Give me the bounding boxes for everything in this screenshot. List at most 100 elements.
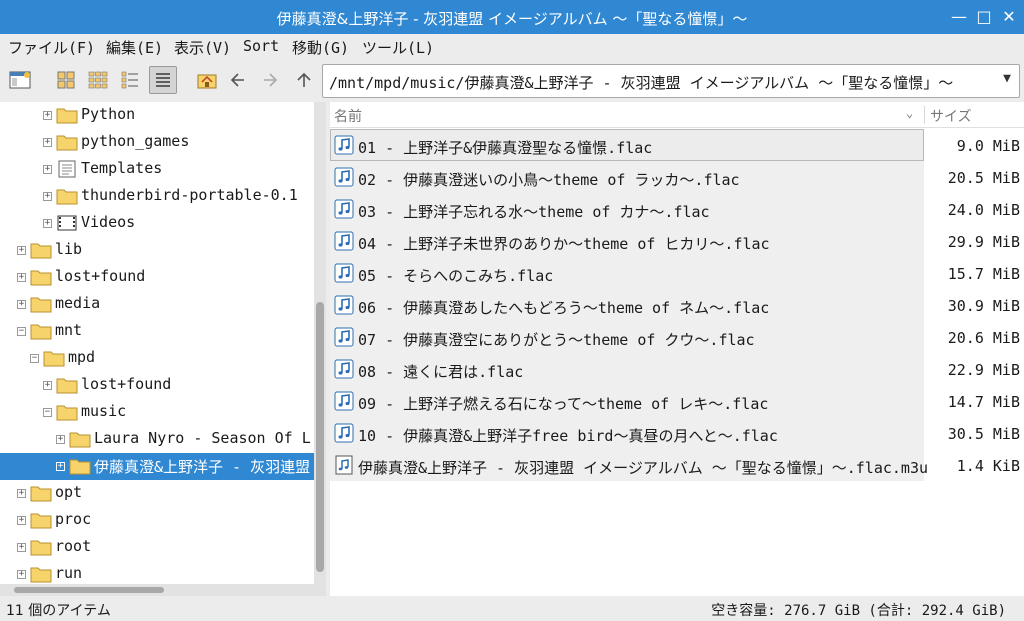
home-button[interactable]	[193, 66, 221, 94]
audio-file-icon	[334, 295, 354, 319]
file-row[interactable]: 07 - 伊藤真澄空にありがとう〜theme of クウ〜.flac 20.6 M…	[330, 321, 1024, 353]
folder-icon	[69, 456, 91, 480]
expand-icon[interactable]: +	[17, 570, 26, 579]
folder-icon	[56, 105, 78, 129]
menu-bar: ファイル(F) 編集(E) 表示(V) Sort 移動(G) ツール(L)	[0, 34, 1024, 58]
tree-item[interactable]: + media	[0, 291, 314, 318]
expand-icon[interactable]: +	[43, 219, 52, 228]
file-row[interactable]: 05 - そらへのこみち.flac 15.7 MiB	[330, 257, 1024, 289]
tree-item[interactable]: + Videos	[0, 210, 314, 237]
tree-vertical-scrollbar[interactable]	[314, 102, 326, 586]
expand-icon[interactable]: +	[43, 165, 52, 174]
tree-item-label: mpd	[68, 348, 96, 366]
detailed-list-view-button[interactable]	[149, 66, 177, 94]
expand-icon[interactable]: +	[17, 273, 26, 282]
tree-item[interactable]: + lost+found	[0, 372, 314, 399]
file-row[interactable]: 06 - 伊藤真澄あしたへもどろう〜theme of ネム〜.flac 30.9 …	[330, 289, 1024, 321]
collapse-icon[interactable]: −	[43, 408, 52, 417]
collapse-icon[interactable]: −	[30, 354, 39, 363]
tree-item[interactable]: + 伊藤真澄&上野洋子 - 灰羽連盟	[0, 453, 314, 480]
tree-item[interactable]: − mnt	[0, 318, 314, 345]
file-row[interactable]: 10 - 伊藤真澄&上野洋子free bird〜真昼の月へと〜.flac 30.5…	[330, 417, 1024, 449]
maximize-button[interactable]: □	[973, 6, 995, 28]
forward-button[interactable]	[256, 66, 284, 94]
expand-icon[interactable]: +	[17, 300, 26, 309]
audio-file-icon	[334, 167, 354, 191]
expand-icon[interactable]: +	[43, 381, 52, 390]
file-row[interactable]: 01 - 上野洋子&伊藤真澄聖なる憧憬.flac 9.0 MiB	[330, 129, 1024, 161]
expand-icon[interactable]: +	[17, 543, 26, 552]
file-row[interactable]: 08 - 遠くに君は.flac 22.9 MiB	[330, 353, 1024, 385]
icon-view-button[interactable]	[52, 66, 80, 94]
column-header: 名前 ⌄ サイズ	[330, 102, 1024, 128]
menu-sort[interactable]: Sort	[243, 37, 279, 55]
tree-item[interactable]: + Python	[0, 102, 314, 129]
thumbnail-view-button[interactable]	[84, 66, 112, 94]
menu-view[interactable]: 表示(V)	[174, 37, 231, 58]
audio-file-icon	[334, 327, 354, 351]
tree-item-label: Python	[81, 105, 136, 123]
file-size: 15.7 MiB	[947, 265, 1020, 283]
expand-icon[interactable]: +	[43, 111, 52, 120]
folder-icon	[30, 483, 52, 507]
folder-icon	[30, 267, 52, 291]
menu-tools[interactable]: ツール(L)	[362, 37, 434, 58]
menu-go[interactable]: 移動(G)	[292, 37, 349, 58]
sidepane-icon	[9, 71, 31, 89]
tree-item[interactable]: + proc	[0, 507, 314, 534]
toggle-sidepane-button[interactable]	[6, 66, 34, 94]
file-name: 08 - 遠くに君は.flac	[358, 363, 524, 381]
collapse-icon[interactable]: −	[17, 327, 26, 336]
tree-item[interactable]: − music	[0, 399, 314, 426]
address-bar[interactable]: /mnt/mpd/music/伊藤真澄&上野洋子 - 灰羽連盟 イメージアルバム…	[322, 64, 1020, 98]
tree-item[interactable]: + opt	[0, 480, 314, 507]
chevron-down-icon[interactable]: ▼	[1003, 71, 1011, 86]
file-size: 1.4 KiB	[956, 457, 1020, 475]
expand-icon[interactable]: +	[56, 462, 65, 471]
file-row[interactable]: 09 - 上野洋子燃える石になって〜theme of レキ〜.flac 14.7 …	[330, 385, 1024, 417]
back-button[interactable]	[224, 66, 252, 94]
file-list[interactable]: 名前 ⌄ サイズ 01 - 上野洋子&伊藤真澄聖なる憧憬.flac 9.0 MiB…	[330, 102, 1024, 596]
expand-icon[interactable]: +	[17, 516, 26, 525]
file-size: 14.7 MiB	[947, 393, 1020, 411]
expand-icon[interactable]: +	[43, 192, 52, 201]
tree-item[interactable]: + Templates	[0, 156, 314, 183]
expand-icon[interactable]: +	[17, 246, 26, 255]
tree-item[interactable]: − mpd	[0, 345, 314, 372]
menu-edit[interactable]: 編集(E)	[106, 37, 163, 58]
scrollbar-thumb[interactable]	[14, 587, 164, 593]
tree-horizontal-scrollbar[interactable]	[0, 584, 326, 596]
minimize-button[interactable]: —	[948, 6, 970, 28]
folder-icon	[56, 186, 78, 210]
tree-item[interactable]: + root	[0, 534, 314, 561]
file-row[interactable]: 02 - 伊藤真澄迷いの小鳥〜theme of ラッカ〜.flac 20.5 Mi…	[330, 161, 1024, 193]
tree-item-label: python_games	[81, 132, 190, 150]
address-text[interactable]: /mnt/mpd/music/伊藤真澄&上野洋子 - 灰羽連盟 イメージアルバム…	[329, 72, 989, 93]
expand-icon[interactable]: +	[17, 489, 26, 498]
file-row[interactable]: 03 - 上野洋子忘れる水〜theme of カナ〜.flac 24.0 MiB	[330, 193, 1024, 225]
expand-icon[interactable]: +	[56, 435, 65, 444]
videos-folder-icon	[56, 213, 78, 237]
tree-item[interactable]: + lib	[0, 237, 314, 264]
tree-item[interactable]: + python_games	[0, 129, 314, 156]
folder-tree[interactable]: + Python + python_games + Templates + thunderbi…	[0, 102, 326, 596]
up-button[interactable]	[290, 66, 318, 94]
menu-file[interactable]: ファイル(F)	[8, 37, 95, 58]
tree-item-label: Laura Nyro - Season Of L	[94, 429, 311, 447]
close-button[interactable]: ✕	[998, 6, 1020, 28]
scrollbar-thumb[interactable]	[316, 302, 324, 572]
file-row[interactable]: 伊藤真澄&上野洋子 - 灰羽連盟 イメージアルバム 〜「聖なる憧憬」〜.flac…	[330, 449, 1024, 481]
column-divider[interactable]	[924, 106, 925, 124]
tree-item[interactable]: + Laura Nyro - Season Of L	[0, 426, 314, 453]
expand-icon[interactable]: +	[43, 138, 52, 147]
tree-item-label: music	[81, 402, 127, 420]
column-name-header[interactable]: 名前	[334, 106, 362, 126]
column-size-header[interactable]: サイズ	[930, 106, 972, 126]
file-name: 伊藤真澄&上野洋子 - 灰羽連盟 イメージアルバム 〜「聖なる憧憬」〜.flac…	[358, 459, 929, 477]
tree-item-label: lost+found	[55, 267, 146, 285]
tree-item[interactable]: + thunderbird-portable-0.1	[0, 183, 314, 210]
window-title: 伊藤真澄&上野洋子 - 灰羽連盟 イメージアルバム 〜「聖なる憧憬」〜	[276, 10, 748, 28]
compact-view-button[interactable]	[116, 66, 144, 94]
tree-item[interactable]: + lost+found	[0, 264, 314, 291]
file-row[interactable]: 04 - 上野洋子未世界のありか〜theme of ヒカリ〜.flac 29.9 …	[330, 225, 1024, 257]
